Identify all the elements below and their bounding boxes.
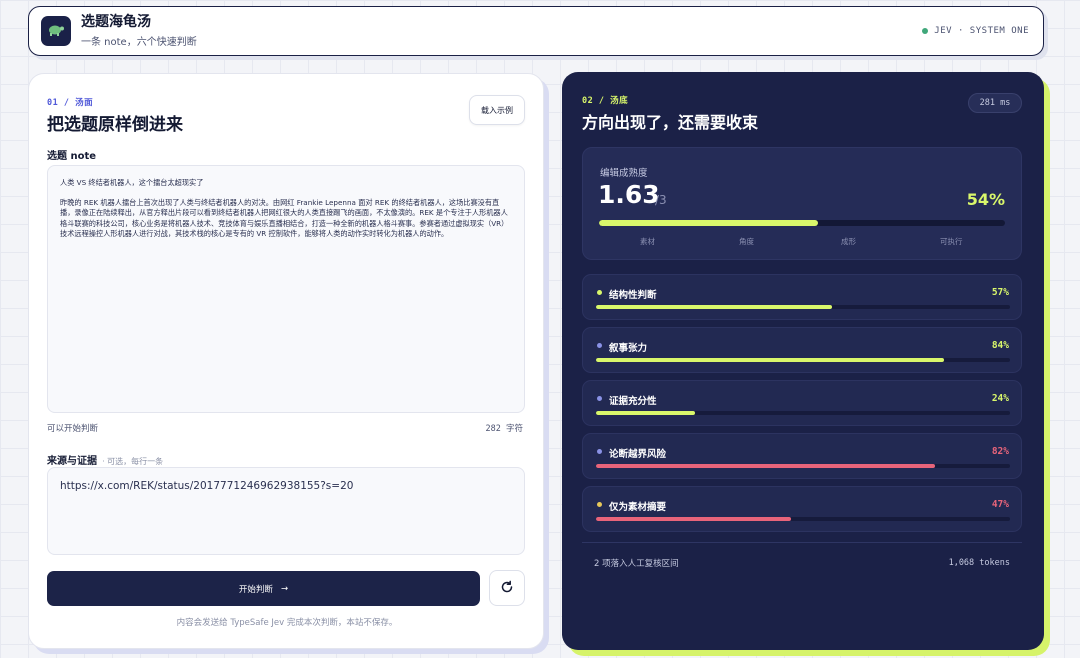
timing-badge: 281 ms (968, 93, 1022, 113)
maturity-track (599, 220, 1005, 226)
metric-name: 结构性判断 (609, 290, 657, 301)
metric-bar-fill (596, 464, 936, 468)
result-title: 方向出现了，还需要收束 (582, 113, 759, 132)
metric-name: 证据充分性 (609, 396, 657, 407)
review-count: 2 项落入人工复核区间 (594, 558, 679, 569)
metric-percent: 84% (991, 340, 1009, 351)
maturity-label: 编辑成熟度 (600, 168, 648, 179)
metric-row: 证据充分性 24% (582, 380, 1022, 426)
app-header: 选题海龟汤 一条 note，六个快速判断 JEV · SYSTEM ONE (28, 6, 1044, 56)
input-panel-title: 把选题原样倒进来 (47, 115, 183, 135)
metric-dot-icon (597, 290, 602, 295)
result-footer: 2 项落入人工复核区间 1,068 tokens (582, 542, 1022, 582)
maturity-percent: 54% (966, 190, 1005, 209)
stage-label-3: 成形 (841, 237, 856, 246)
metric-bar-fill (596, 517, 791, 521)
input-panel: 01 / 汤面 把选题原样倒进来 载入示例 选题 note 人类 VS 终结者机… (28, 73, 544, 649)
metric-track (596, 358, 1010, 362)
source-input[interactable]: https://x.com/REK/status/201777124696293… (47, 467, 525, 555)
metric-dot-icon (597, 343, 602, 348)
status-dot-icon (922, 28, 929, 34)
turtle-icon (46, 21, 66, 41)
maturity-bar-fill (599, 220, 819, 226)
char-count: 282 字符 (485, 424, 523, 434)
metric-bar-fill (596, 305, 832, 309)
refresh-icon (500, 579, 514, 598)
note-line-body: 昨晚的 REK 机器人擂台上首次出现了人类与终结者机器人的对决。由网红 Fran… (60, 198, 509, 238)
result-panel: 02 / 汤底 方向出现了，还需要收束 281 ms 编辑成熟度 1.63 /3… (562, 72, 1044, 650)
load-example-button[interactable]: 载入示例 (469, 95, 525, 125)
maturity-value: 1.63 (598, 180, 660, 209)
source-label: 来源与证据 (47, 456, 97, 467)
stage-label-1: 素材 (640, 237, 655, 246)
refresh-button[interactable] (489, 570, 525, 606)
metric-row: 仅为素材摘要 47% (582, 486, 1022, 532)
stage-label-2: 角度 (739, 237, 754, 246)
metric-row: 结构性判断 57% (582, 274, 1022, 320)
source-label-row: 来源与证据 · 可选，每行一条 (47, 449, 163, 468)
metric-name: 仅为素材摘要 (609, 502, 667, 513)
start-judge-button[interactable]: 开始判断 → (47, 571, 480, 606)
metric-row: 叙事张力 84% (582, 327, 1022, 373)
metric-percent: 57% (991, 287, 1009, 298)
source-hint: · 可选，每行一条 (102, 457, 164, 466)
metric-row: 论断越界风险 82% (582, 433, 1022, 479)
arrow-right-icon: → (280, 583, 289, 594)
app-title: 选题海龟汤 (81, 14, 151, 30)
metric-percent: 82% (991, 446, 1009, 457)
result-step-label: 02 / 汤底 (582, 96, 629, 106)
ready-status: 可以开始判断 (47, 424, 99, 434)
note-label: 选题 note (47, 151, 97, 162)
metric-percent: 24% (991, 393, 1009, 404)
stage-label-4: 可执行 (940, 237, 963, 246)
note-textarea[interactable]: 人类 VS 终结者机器人，这个擂台太超现实了 昨晚的 REK 机器人擂台上首次出… (47, 165, 525, 413)
maturity-score-card: 编辑成熟度 1.63 /3 54% 素材 角度 成形 可执行 (582, 147, 1022, 260)
system-status: JEV · SYSTEM ONE (922, 26, 1029, 36)
note-line-title: 人类 VS 终结者机器人，这个擂台太超现实了 (60, 178, 204, 187)
input-step-label: 01 / 汤面 (47, 98, 94, 108)
metric-name: 叙事张力 (609, 343, 648, 354)
metric-track (596, 464, 1010, 468)
metric-dot-icon (597, 502, 602, 507)
status-text: JEV · SYSTEM ONE (934, 26, 1029, 36)
metric-track (596, 305, 1010, 309)
token-count: 1,068 tokens (948, 557, 1010, 568)
metric-track (596, 517, 1010, 521)
metric-name: 论断越界风险 (609, 449, 667, 460)
app-logo (41, 16, 71, 46)
metric-track (596, 411, 1010, 415)
metric-percent: 47% (991, 499, 1009, 510)
metric-dot-icon (597, 396, 602, 401)
maturity-max: /3 (655, 193, 667, 207)
source-value: https://x.com/REK/status/201777124696293… (60, 480, 354, 492)
metric-dot-icon (597, 449, 602, 454)
privacy-footnote: 内容会发送给 TypeSafe Jev 完成本次判断，本站不保存。 (176, 618, 398, 628)
metric-bar-fill (596, 411, 696, 415)
app-subtitle: 一条 note，六个快速判断 (81, 37, 197, 48)
metric-bar-fill (596, 358, 944, 362)
start-button-label: 开始判断 (238, 584, 273, 595)
